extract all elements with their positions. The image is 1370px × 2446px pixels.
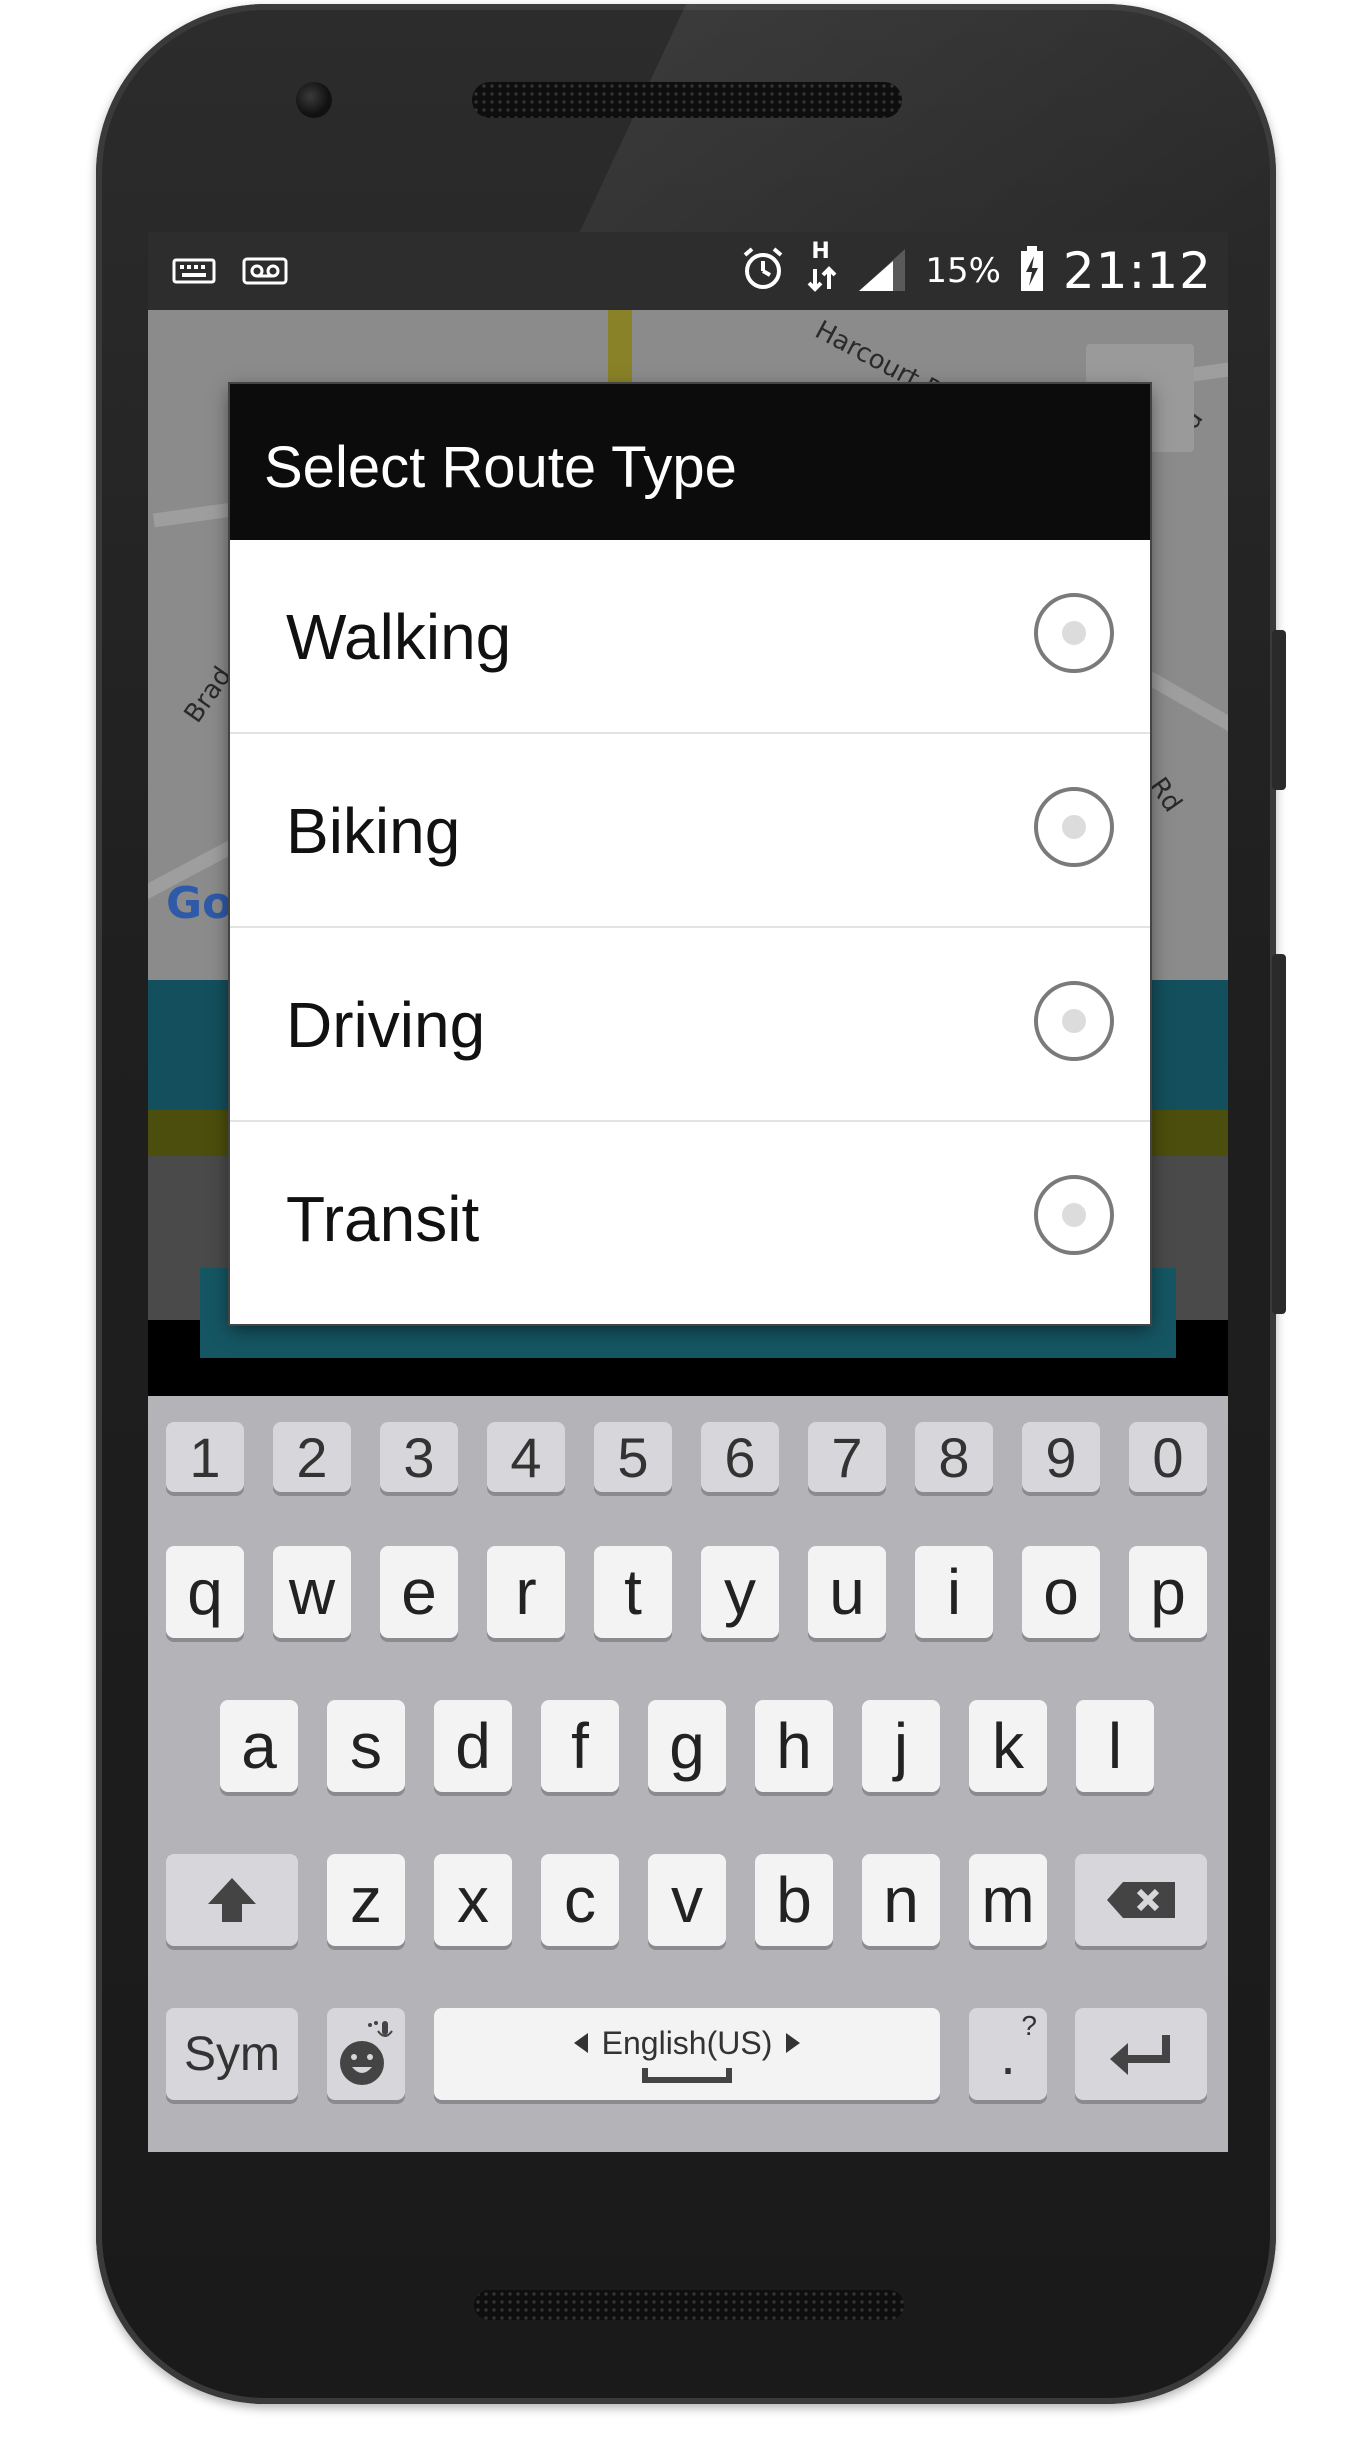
- chevron-left-icon: [573, 2033, 588, 2053]
- option-transit[interactable]: Transit: [230, 1122, 1150, 1316]
- key-q[interactable]: q: [166, 1546, 244, 1638]
- period-label: .: [1000, 2022, 1016, 2086]
- key-l[interactable]: l: [1076, 1700, 1154, 1792]
- key-r[interactable]: r: [487, 1546, 565, 1638]
- key-0[interactable]: 0: [1129, 1422, 1207, 1492]
- backspace-icon: [1107, 1882, 1175, 1918]
- key-8[interactable]: 8: [915, 1422, 993, 1492]
- soft-keyboard: 1 2 3 4 5 6 7 8 9 0 q w e r t y u i o p …: [148, 1396, 1228, 2152]
- keyboard-icon: [172, 256, 216, 290]
- language-switcher: English(US): [573, 2024, 801, 2062]
- key-b[interactable]: b: [755, 1854, 833, 1946]
- key-i[interactable]: i: [915, 1546, 993, 1638]
- space-label: English(US): [601, 2024, 773, 2061]
- key-t[interactable]: t: [594, 1546, 672, 1638]
- radio-button[interactable]: [1034, 1175, 1114, 1255]
- key-e[interactable]: e: [380, 1546, 458, 1638]
- sym-key[interactable]: Sym: [166, 2008, 298, 2100]
- key-d[interactable]: d: [434, 1700, 512, 1792]
- backspace-key[interactable]: [1075, 1854, 1207, 1946]
- dialog-title: Select Route Type: [230, 384, 1150, 540]
- key-s[interactable]: s: [327, 1700, 405, 1792]
- status-bar: H 15% 21:12: [148, 232, 1228, 310]
- key-g[interactable]: g: [648, 1700, 726, 1792]
- period-hint: ?: [1021, 2010, 1037, 2041]
- top-speaker: [472, 82, 902, 118]
- radio-button[interactable]: [1034, 787, 1114, 867]
- power-button: [1272, 630, 1286, 790]
- key-h[interactable]: h: [755, 1700, 833, 1792]
- screen: H 15% 21:12 Harcourt Rd Brad Rd ate Rd G…: [148, 232, 1228, 2152]
- option-walking[interactable]: Walking: [230, 540, 1150, 734]
- option-label: Driving: [286, 989, 486, 1061]
- emoji-icon: [340, 2021, 393, 2085]
- radio-button[interactable]: [1034, 593, 1114, 673]
- google-logo: Go: [166, 878, 233, 929]
- key-j[interactable]: j: [862, 1700, 940, 1792]
- enter-key[interactable]: [1075, 2008, 1207, 2100]
- key-v[interactable]: v: [648, 1854, 726, 1946]
- emoji-mic-key[interactable]: [327, 2008, 405, 2100]
- bottom-speaker: [474, 2290, 904, 2320]
- key-o[interactable]: o: [1022, 1546, 1100, 1638]
- option-label: Walking: [286, 601, 512, 673]
- battery-icon: [1019, 246, 1045, 296]
- status-right: H 15% 21:12: [739, 232, 1212, 310]
- key-w[interactable]: w: [273, 1546, 351, 1638]
- signal-icon: [857, 247, 907, 295]
- option-label: Transit: [286, 1183, 480, 1255]
- key-k[interactable]: k: [969, 1700, 1047, 1792]
- key-c[interactable]: c: [541, 1854, 619, 1946]
- shift-arrow-icon: [208, 1878, 256, 1922]
- key-1[interactable]: 1: [166, 1422, 244, 1492]
- volume-button: [1272, 954, 1286, 1314]
- chevron-right-icon: [786, 2033, 801, 2053]
- key-z[interactable]: z: [327, 1854, 405, 1946]
- space-key[interactable]: English(US): [434, 2008, 940, 2100]
- key-x[interactable]: x: [434, 1854, 512, 1946]
- enter-icon: [1110, 2035, 1170, 2075]
- alarm-icon: [739, 245, 787, 297]
- front-camera: [296, 82, 332, 118]
- voicemail-icon: [242, 256, 288, 290]
- key-3[interactable]: 3: [380, 1422, 458, 1492]
- option-label: Biking: [286, 795, 461, 867]
- key-6[interactable]: 6: [701, 1422, 779, 1492]
- option-driving[interactable]: Driving: [230, 928, 1150, 1122]
- space-bar-icon: [642, 2067, 732, 2083]
- battery-percent: 15%: [925, 251, 1001, 291]
- key-5[interactable]: 5: [594, 1422, 672, 1492]
- data-arrows-icon: H: [805, 239, 839, 297]
- key-7[interactable]: 7: [808, 1422, 886, 1492]
- key-n[interactable]: n: [862, 1854, 940, 1946]
- route-type-dialog: Select Route Type Walking Biking Driving…: [230, 384, 1150, 1324]
- key-p[interactable]: p: [1129, 1546, 1207, 1638]
- key-u[interactable]: u: [808, 1546, 886, 1638]
- clock: 21:12: [1062, 242, 1212, 300]
- key-y[interactable]: y: [701, 1546, 779, 1638]
- option-biking[interactable]: Biking: [230, 734, 1150, 928]
- key-4[interactable]: 4: [487, 1422, 565, 1492]
- key-9[interactable]: 9: [1022, 1422, 1100, 1492]
- shift-key[interactable]: [166, 1854, 298, 1946]
- key-2[interactable]: 2: [273, 1422, 351, 1492]
- radio-button[interactable]: [1034, 981, 1114, 1061]
- key-a[interactable]: a: [220, 1700, 298, 1792]
- key-f[interactable]: f: [541, 1700, 619, 1792]
- key-m[interactable]: m: [969, 1854, 1047, 1946]
- period-key[interactable]: ? .: [969, 2008, 1047, 2100]
